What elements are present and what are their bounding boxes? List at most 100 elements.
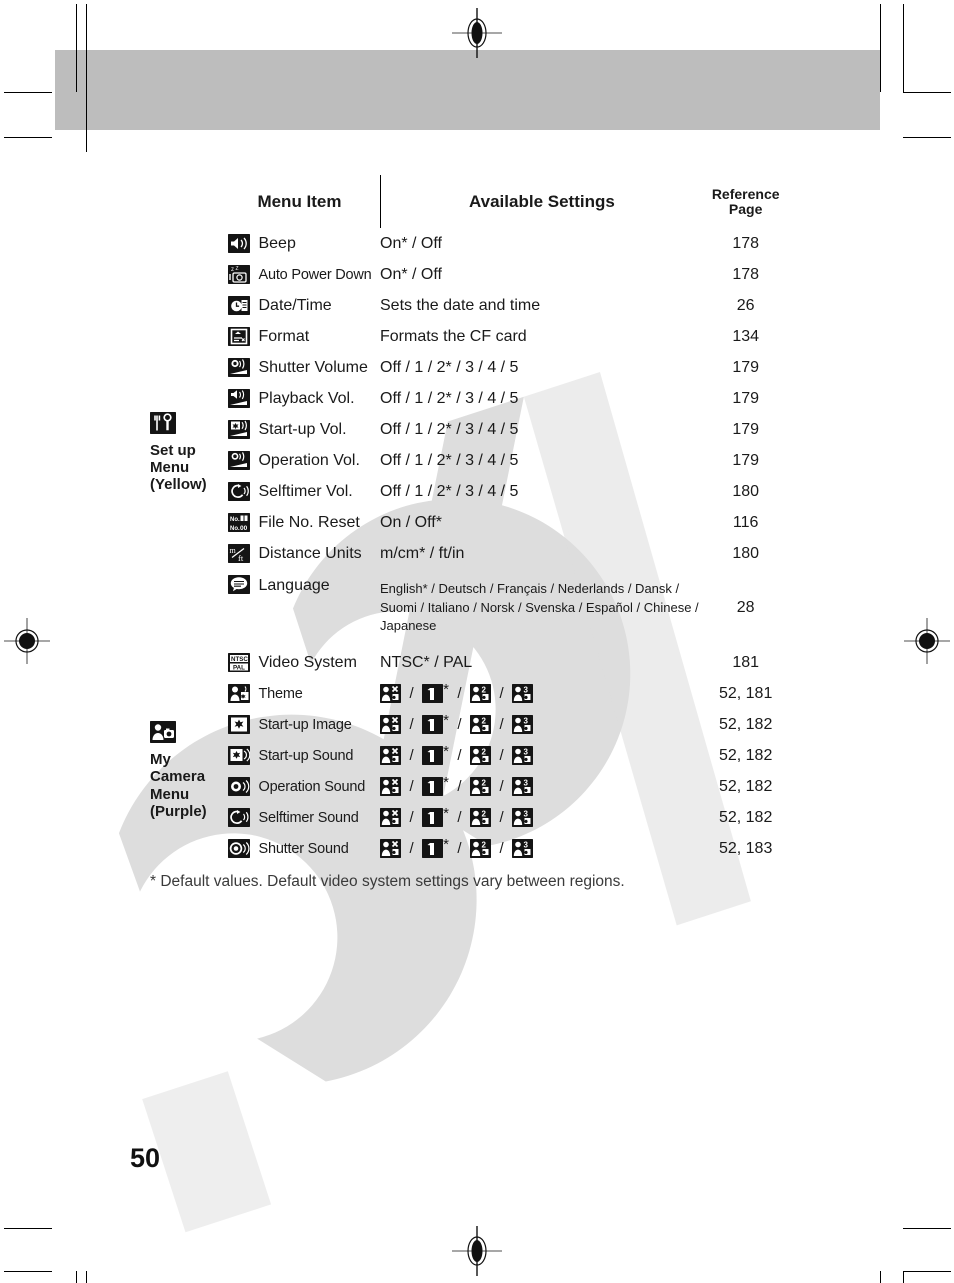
person-1-icon [422, 746, 444, 765]
svg-text:2: 2 [482, 779, 487, 788]
menu-item-settings-theme: / * / 2 / 3 [380, 771, 703, 802]
menu-item-settings: English* / Deutsch / Français / Nederlan… [380, 580, 699, 634]
menu-item-page: 52, 182 [718, 777, 773, 795]
camera-menu-settings-table: Menu Item Available Settings Reference P… [150, 175, 788, 864]
menu-item-page: 26 [736, 296, 755, 314]
table-row: No. No. 00 File No. Reset On / Off* 116 [150, 507, 788, 538]
svg-text:2: 2 [482, 810, 487, 819]
table-footnote: * Default values. Default video system s… [150, 873, 625, 890]
svg-text:Z: Z [235, 266, 238, 272]
menu-item-page: 181 [732, 653, 760, 671]
table-row: Operation Sound / * / 2 / 3 52, 182 [150, 771, 788, 802]
auto-power-down-icon: z Z [219, 259, 258, 290]
menu-item-settings-theme: / * / 2 / 3 [380, 709, 703, 740]
svg-text:m: m [229, 546, 236, 555]
menu-item-page: 52, 182 [718, 715, 773, 733]
svg-text:2: 2 [482, 686, 487, 695]
speaker-icon [219, 228, 258, 259]
shutter-volume-icon [219, 352, 258, 383]
settings-separator: / [457, 809, 462, 826]
table-row: Format Formats the CF card 134 [150, 321, 788, 352]
table-row: NTSC PAL Video System NTSC* / PAL 181 [150, 647, 788, 678]
menu-item-page: 179 [732, 451, 760, 469]
page-content: Menu Item Available Settings Reference P… [0, 0, 954, 1283]
theme-icon [219, 678, 258, 709]
person-1-icon [422, 715, 444, 734]
crop-mark-bottom-left-horizontal-2 [4, 1271, 52, 1272]
menu-item-label: Date/Time [258, 296, 332, 314]
person-2-icon: 2 [470, 808, 491, 827]
crop-mark-top-left-vertical-2 [76, 4, 77, 92]
svg-text:No.: No. [230, 526, 240, 532]
group-label-line-2: Menu [150, 459, 190, 477]
menu-item-settings-theme: / * / 2 / 3 [380, 740, 703, 771]
settings-separator: / [499, 778, 504, 795]
header-reference-page: Reference Page [703, 175, 788, 228]
menu-item-label: Start-up Sound [258, 747, 354, 764]
menu-item-settings: Sets the date and time [380, 296, 541, 314]
settings-separator: / [499, 809, 504, 826]
group-my-camera-menu: My Camera Menu (Purple) [150, 678, 219, 864]
header-available-settings: Available Settings [379, 175, 704, 228]
selftimer-volume-icon [219, 476, 258, 507]
table-row: Start-up Sound / * / 2 / 3 52, 182 [150, 740, 788, 771]
menu-item-label: Playback Vol. [258, 389, 355, 407]
svg-text:00: 00 [240, 525, 248, 532]
menu-item-settings: Off / 1 / 2* / 3 / 4 / 5 [380, 451, 519, 469]
selftimer-sound-icon [219, 802, 258, 833]
group-label-line-3: Menu [150, 785, 190, 803]
format-card-icon [219, 321, 258, 352]
menu-item-label: Beep [258, 234, 296, 252]
crop-mark-bottom-left-riser [86, 1271, 87, 1283]
menu-item-page: 179 [732, 358, 760, 376]
settings-separator: / [499, 716, 504, 733]
page-number: 50 [130, 1143, 161, 1173]
menu-item-page: 179 [732, 389, 760, 407]
menu-item-label: Shutter Volume [258, 358, 368, 376]
settings-separator: / [409, 809, 414, 826]
person-2-icon: 2 [470, 839, 491, 858]
registration-mark-right [904, 618, 950, 664]
person-x-icon [380, 777, 401, 796]
table-row: Selftimer Vol. Off / 1 / 2* / 3 / 4 / 5 … [150, 476, 788, 507]
default-marker: * [443, 774, 449, 791]
operation-volume-icon [219, 445, 258, 476]
svg-text:3: 3 [524, 779, 529, 788]
distance-units-icon: m ft [219, 538, 258, 569]
menu-item-settings: Off / 1 / 2* / 3 / 4 / 5 [380, 358, 519, 376]
svg-text:z: z [231, 267, 234, 273]
header-spacer [150, 175, 219, 228]
settings-separator: / [499, 685, 504, 702]
table-row: Date/Time Sets the date and time 26 [150, 290, 788, 321]
file-number-icon: No. No. 00 [219, 507, 258, 538]
menu-item-label: Operation Sound [258, 778, 366, 795]
table-row: Selftimer Sound / * / 2 / 3 52, 182 [150, 802, 788, 833]
menu-item-page: 52, 181 [718, 684, 773, 702]
default-marker: * [443, 712, 449, 729]
svg-text:NTSC: NTSC [231, 656, 248, 663]
tools-icon [150, 412, 219, 440]
menu-item-label: Selftimer Sound [258, 809, 359, 826]
crop-mark-top-right-vertical [880, 4, 881, 92]
person-3-icon: 3 [512, 715, 534, 734]
crop-mark-top-left-horizontal-2 [4, 137, 52, 138]
person-2-icon: 2 [470, 715, 491, 734]
person-1-icon [422, 684, 444, 703]
crop-mark-bottom-right-riser [880, 1271, 881, 1283]
menu-item-settings: On* / Off [380, 234, 442, 252]
crop-mark-top-right-vertical-2 [903, 4, 904, 92]
settings-separator: / [499, 840, 504, 857]
menu-item-settings: Off / 1 / 2* / 3 / 4 / 5 [380, 482, 519, 500]
menu-item-settings: Off / 1 / 2* / 3 / 4 / 5 [380, 420, 519, 438]
settings-separator: / [409, 840, 414, 857]
person-3-icon: 3 [512, 808, 534, 827]
group-label-line-4: (Purple) [150, 803, 207, 821]
svg-text:3: 3 [524, 686, 529, 695]
menu-item-label: Auto Power Down [258, 266, 372, 283]
group-label-line-1: Set up [150, 441, 196, 459]
menu-item-settings: m/cm* / ft/in [380, 544, 465, 562]
person-3-icon: 3 [512, 839, 534, 858]
menu-item-page: 178 [732, 265, 760, 283]
default-marker: * [443, 805, 449, 822]
menu-item-settings-theme: / * / 2 / 3 [380, 833, 703, 864]
